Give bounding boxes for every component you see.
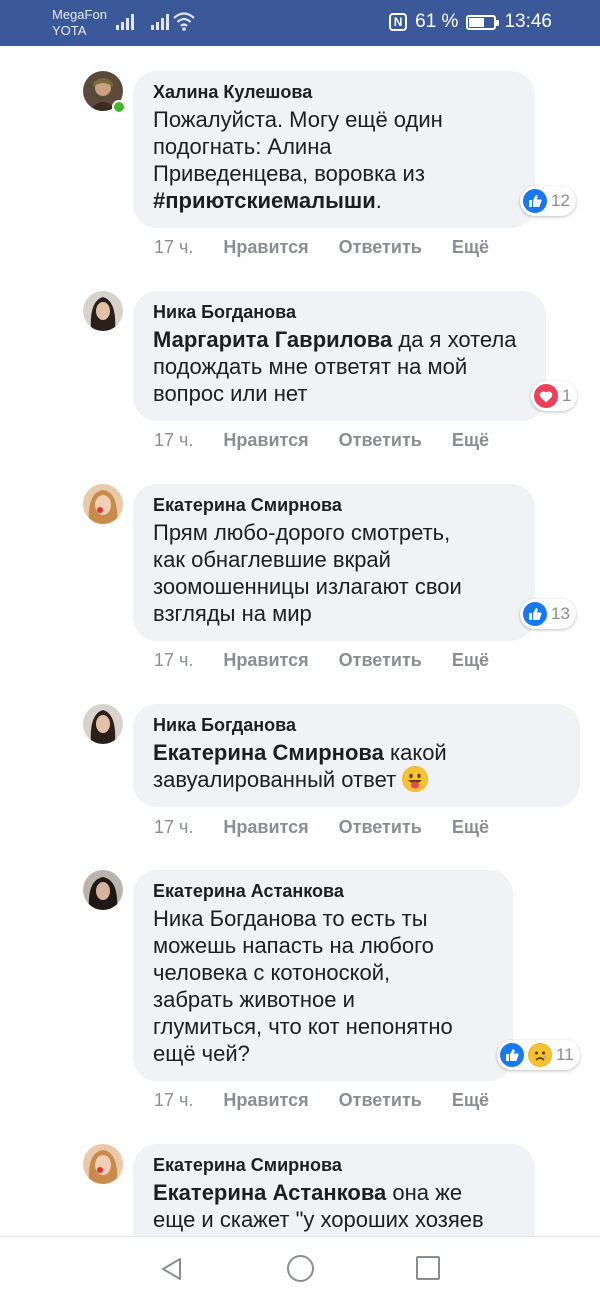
avatar[interactable] (83, 870, 123, 910)
comment-author[interactable]: Халина Кулешова (153, 81, 515, 103)
like-action[interactable]: Нравится (223, 817, 308, 838)
reaction-summary[interactable]: 1 (531, 381, 578, 411)
comment-time[interactable]: 17 ч. (154, 817, 193, 838)
reaction-summary[interactable]: 11 (497, 1040, 580, 1070)
mention-link[interactable]: Екатерина Астанкова (153, 1180, 386, 1205)
reaction-summary[interactable]: 12 (520, 186, 576, 216)
comment-bubble[interactable]: Ника Богданова Екатерина Смирнова какой … (133, 704, 580, 807)
more-action[interactable]: Ещё (452, 650, 489, 671)
comment-bubble[interactable]: Ника Богданова Маргарита Гаврилова да я … (133, 291, 546, 421)
carrier-yota: YOTA (52, 23, 87, 38)
reply-action[interactable]: Ответить (339, 237, 422, 258)
back-icon[interactable] (160, 1257, 184, 1281)
comment-time[interactable]: 17 ч. (154, 1090, 193, 1111)
more-action[interactable]: Ещё (452, 430, 489, 451)
more-action[interactable]: Ещё (452, 1090, 489, 1111)
recents-icon[interactable] (416, 1256, 440, 1280)
like-action[interactable]: Нравится (223, 430, 308, 451)
reaction-count: 1 (562, 386, 572, 405)
system-nav-bar (0, 1236, 600, 1300)
hashtag-link[interactable]: #приютскиемалыши (153, 188, 376, 213)
like-action[interactable]: Нравится (223, 1090, 308, 1111)
signal-icon-1 (116, 12, 134, 30)
comment-text: Прям любо-дорого смотреть, как обнаглевш… (153, 520, 462, 626)
comment-author[interactable]: Екатерина Астанкова (153, 880, 493, 902)
comment-author[interactable]: Ника Богданова (153, 714, 560, 736)
like-icon (500, 1043, 524, 1067)
love-icon (534, 384, 558, 408)
comment-author[interactable]: Ника Богданова (153, 301, 526, 323)
comment-time[interactable]: 17 ч. (154, 237, 193, 258)
home-icon[interactable] (287, 1255, 314, 1282)
comment-author[interactable]: Екатерина Смирнова (153, 494, 515, 516)
comment-time[interactable]: 17 ч. (154, 430, 193, 451)
comment-bubble[interactable]: Халина Кулешова Пожалуйста. Могу ещё оди… (133, 71, 535, 228)
online-indicator (112, 100, 126, 114)
like-icon (523, 602, 547, 626)
carrier-labels: MegaFon YOTA (52, 7, 107, 39)
comment-meta: 17 ч. Нравится Ответить Ещё (154, 817, 489, 838)
signal-icon-2 (151, 12, 169, 30)
reply-action[interactable]: Ответить (339, 430, 422, 451)
mention-link[interactable]: Екатерина Смирнова (153, 740, 384, 765)
avatar[interactable] (83, 1144, 123, 1184)
comment-meta: 17 ч. Нравится Ответить Ещё (154, 430, 489, 451)
avatar[interactable] (83, 291, 123, 331)
reaction-count: 11 (556, 1045, 574, 1064)
reaction-count: 12 (551, 191, 570, 210)
avatar[interactable] (83, 704, 123, 744)
reply-action[interactable]: Ответить (339, 1090, 422, 1111)
comment-bubble[interactable]: Екатерина Астанкова Ника Богданова то ес… (133, 870, 513, 1081)
battery-icon (466, 14, 500, 30)
comment-author[interactable]: Екатерина Смирнова (153, 1154, 515, 1176)
grinning-tongue-emoji (402, 766, 429, 792)
comment-text: Екатерина Астанкова она же еще и скажет … (153, 1179, 515, 1233)
like-action[interactable]: Нравится (223, 650, 308, 671)
avatar[interactable] (83, 484, 123, 524)
comment-bubble[interactable]: Екатерина Смирнова Прям любо-дорого смот… (133, 484, 535, 641)
more-action[interactable]: Ещё (452, 817, 489, 838)
carrier-megafon: MegaFon (52, 7, 107, 22)
wifi-icon (173, 12, 195, 31)
comment-meta: 17 ч. Нравится Ответить Ещё (154, 1090, 489, 1111)
status-bar: MegaFon YOTA N 61 % 13:46 (0, 0, 600, 46)
battery-percent: 61 % (415, 11, 459, 32)
nfc-icon: N (389, 13, 408, 31)
status-right: N 61 % 13:46 (389, 11, 552, 33)
like-icon (523, 189, 547, 213)
reaction-summary[interactable]: 13 (520, 599, 576, 629)
reply-action[interactable]: Ответить (339, 817, 422, 838)
comment-meta: 17 ч. Нравится Ответить Ещё (154, 650, 489, 671)
comment-meta: 17 ч. Нравится Ответить Ещё (154, 237, 489, 258)
reaction-count: 13 (551, 604, 570, 623)
more-action[interactable]: Ещё (452, 237, 489, 258)
comment-text: Ника Богданова то есть ты можешь напасть… (153, 906, 453, 1066)
sad-icon (528, 1043, 552, 1067)
comment-text: Пожалуйста. Могу ещё один подогнать: Али… (153, 106, 515, 214)
mention-link[interactable]: Маргарита Гаврилова (153, 327, 392, 352)
comment-time[interactable]: 17 ч. (154, 650, 193, 671)
comment-text-plain: Пожалуйста. Могу ещё один подогнать: Али… (153, 107, 443, 186)
clock: 13:46 (504, 11, 552, 32)
reply-action[interactable]: Ответить (339, 650, 422, 671)
comment-text: Екатерина Смирнова какой завуалированный… (153, 739, 560, 793)
like-action[interactable]: Нравится (223, 237, 308, 258)
comment-text: Маргарита Гаврилова да я хотела подождат… (153, 326, 526, 407)
comment-text-end: . (375, 188, 382, 213)
